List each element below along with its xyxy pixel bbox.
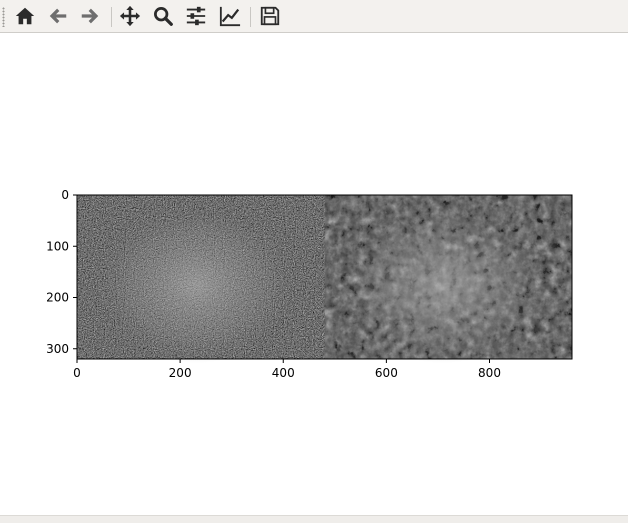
x-tick-label: 400 [272, 366, 295, 380]
sliders-icon [186, 6, 206, 26]
home-button[interactable] [11, 3, 39, 29]
figure-canvas[interactable]: 0 200 400 600 800 0 100 200 300 [0, 34, 628, 515]
noisy-image-panel [77, 195, 325, 364]
toolbar-grip[interactable] [2, 7, 5, 27]
arrow-right-icon [81, 8, 99, 24]
x-tick-label: 600 [375, 366, 398, 380]
magnifier-icon [154, 7, 173, 26]
zoom-button[interactable] [149, 3, 177, 29]
forward-button[interactable] [76, 3, 104, 29]
y-tick-label: 300 [46, 342, 69, 356]
y-tick-label: 0 [61, 188, 69, 202]
toolbar-separator [111, 7, 112, 27]
x-tick-label: 800 [478, 366, 501, 380]
edit-axes-button[interactable] [216, 3, 244, 29]
line-chart-icon [219, 6, 241, 27]
save-button[interactable] [256, 3, 284, 29]
home-icon [15, 7, 35, 25]
x-tick-label: 200 [169, 366, 192, 380]
y-tick-label: 200 [46, 291, 69, 305]
x-tick-label: 0 [73, 366, 81, 380]
plot-area[interactable]: 0 200 400 600 800 0 100 200 300 [0, 34, 628, 515]
arrow-left-icon [49, 8, 67, 24]
configure-subplots-button[interactable] [182, 3, 210, 29]
floppy-disk-icon [260, 6, 280, 26]
toolbar-separator [250, 7, 251, 27]
back-button[interactable] [44, 3, 72, 29]
y-tick-label: 100 [46, 239, 69, 253]
toolbar [0, 0, 628, 33]
move-icon [119, 5, 141, 27]
image-panels [77, 195, 572, 364]
pan-button[interactable] [116, 3, 144, 29]
clean-image-panel [324, 195, 572, 364]
